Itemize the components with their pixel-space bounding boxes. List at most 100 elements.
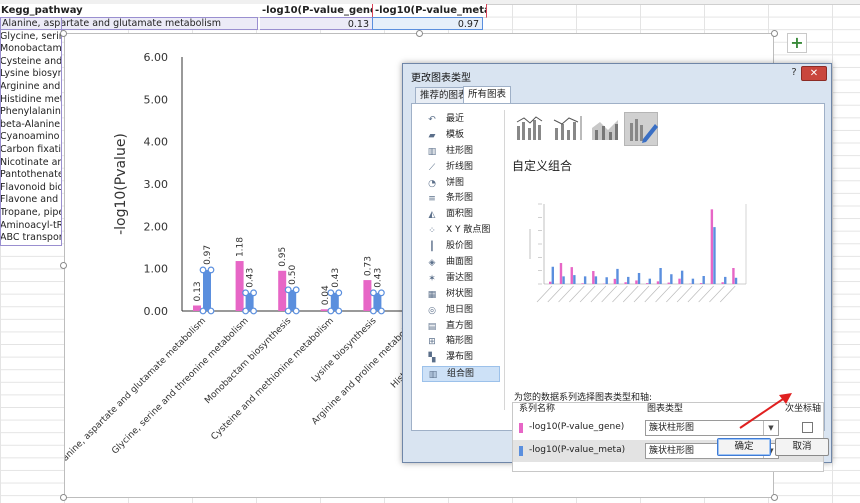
- chart-elements-button[interactable]: +: [787, 33, 807, 53]
- cell-pathway-row[interactable]: ABC transport: [0, 232, 62, 245]
- col-header-secondary-axis: 次坐标轴: [785, 404, 822, 414]
- bar-selection-handle[interactable]: [242, 289, 250, 297]
- chart-type-item[interactable]: ⊞ 箱形图: [422, 334, 500, 350]
- header-cell-gene[interactable]: -log10(P-value_gene): [260, 4, 375, 18]
- chart-resize-handle-tl[interactable]: [60, 30, 67, 37]
- preview-bar-gene: [581, 283, 584, 284]
- bar-selection-handle[interactable]: [292, 286, 300, 294]
- series-row-gene[interactable]: -log10(P-value_gene) 簇状柱形图 ▼: [513, 417, 823, 439]
- chart-type-label: 瀑布图: [446, 352, 474, 363]
- stock-chart-icon: ┃: [429, 242, 435, 253]
- cell-pathway-row[interactable]: Flavone and fla: [0, 194, 62, 207]
- bar-selection-handle[interactable]: [284, 286, 292, 294]
- cell-pathway-row[interactable]: Nicotinate and: [0, 156, 62, 170]
- cell-pathway-row[interactable]: Aminoacyl-tRN: [0, 219, 62, 233]
- bar-selection-handle[interactable]: [335, 307, 343, 315]
- chart-type-item[interactable]: ◭ 面积图: [422, 207, 500, 223]
- data-label-meta: 0.43: [331, 268, 341, 288]
- preview-bar-meta: [637, 272, 641, 284]
- cancel-button[interactable]: 取消: [775, 438, 829, 456]
- bar-selection-handle[interactable]: [207, 266, 215, 274]
- combo-line-secondary-icon: [553, 116, 582, 140]
- histogram-icon: ▤: [427, 321, 437, 332]
- chart-type-label: 面积图: [446, 209, 474, 220]
- preview-bar-meta: [713, 227, 716, 284]
- bar-gene[interactable]: [235, 261, 244, 311]
- bar-selection-handle[interactable]: [199, 307, 207, 315]
- chart-resize-handle-bl[interactable]: [60, 494, 67, 501]
- chart-type-item[interactable]: ⁘ X Y 散点图: [422, 223, 500, 239]
- cell-pathway-row[interactable]: Pantothenate: [0, 169, 62, 182]
- chart-type-item[interactable]: ▥ 组合图: [422, 366, 500, 383]
- bar-selection-handle[interactable]: [250, 307, 258, 315]
- cell-first-gene-value[interactable]: 0.13: [260, 17, 372, 30]
- close-button[interactable]: ✕: [801, 66, 827, 81]
- bar-selection-handle[interactable]: [242, 307, 250, 315]
- cell-pathway-row[interactable]: Arginine and p: [0, 80, 62, 94]
- chart-resize-handle-tr[interactable]: [771, 30, 778, 37]
- bar-selection-handle[interactable]: [327, 307, 335, 315]
- bar-selection-handle[interactable]: [284, 307, 292, 315]
- cell-pathway-row[interactable]: Tropane, pipe: [0, 206, 62, 220]
- bar-meta[interactable]: [203, 269, 211, 311]
- bar-selection-handle[interactable]: [370, 307, 377, 315]
- chart-type-label: 折线图: [446, 161, 474, 172]
- combo-thumb-custom[interactable]: [624, 112, 658, 146]
- combo-thumb-line-secondary[interactable]: [550, 112, 584, 146]
- chart-resize-handle-left[interactable]: [60, 262, 67, 269]
- cell-pathway-row[interactable]: Histidine meta: [0, 93, 62, 107]
- chart-type-select-gene[interactable]: 簇状柱形图 ▼: [645, 420, 779, 436]
- header-cell-kegg-pathway[interactable]: Kegg_pathway: [0, 4, 262, 18]
- bar-gene[interactable]: [363, 280, 372, 311]
- cell-pathway-row[interactable]: Cysteine and m: [0, 55, 62, 69]
- cell-pathway-row[interactable]: Glycine, serine: [0, 30, 62, 44]
- chart-type-value: 簇状柱形图: [649, 423, 695, 433]
- chart-type-item[interactable]: ✶ 雷达图: [422, 271, 500, 287]
- cell-pathway-row[interactable]: beta-Alanine m: [0, 118, 62, 132]
- tab-all-charts[interactable]: 所有图表: [463, 86, 512, 104]
- chart-type-item[interactable]: ◔ 饼图: [422, 176, 500, 192]
- header-cell-meta[interactable]: -log10(P-value_meta): [372, 4, 487, 18]
- chart-type-item[interactable]: ◎ 旭日图: [422, 303, 500, 319]
- cell-pathway-row[interactable]: Lysine biosynth: [0, 68, 62, 81]
- chart-type-item[interactable]: ≡ 条形图: [422, 191, 500, 207]
- y-tick-label: 2.00: [144, 220, 169, 233]
- bar-selection-handle[interactable]: [207, 307, 215, 315]
- chart-type-item[interactable]: ▚ 瀑布图: [422, 350, 500, 366]
- chart-type-item[interactable]: ▰ 模板: [422, 128, 500, 144]
- chart-resize-handle-br[interactable]: [771, 494, 778, 501]
- chart-type-item[interactable]: ▦ 树状图: [422, 287, 500, 303]
- combo-thumb-area-column[interactable]: [588, 112, 622, 146]
- ok-button[interactable]: 确定: [717, 438, 771, 456]
- cell-first-meta-value[interactable]: 0.97: [372, 17, 483, 30]
- cell-pathway-row[interactable]: Flavonoid bios: [0, 181, 62, 195]
- chart-type-item[interactable]: ↶ 最近: [422, 112, 500, 128]
- combo-thumb-clustered-line[interactable]: [512, 112, 546, 146]
- chart-type-item[interactable]: ⟋ 折线图: [422, 160, 500, 176]
- bar-selection-handle[interactable]: [250, 289, 258, 297]
- preview-bar-gene: [721, 282, 724, 284]
- cell-pathway-row[interactable]: Phenylalanine: [0, 106, 62, 119]
- chart-type-item[interactable]: ▥ 柱形图: [422, 144, 500, 160]
- cell-first-pathway[interactable]: Alanine, aspartate and glutamate metabol…: [0, 17, 258, 30]
- chart-type-item[interactable]: ◈ 曲面图: [422, 255, 500, 271]
- bar-selection-handle[interactable]: [292, 307, 300, 315]
- bar-selection-handle[interactable]: [378, 289, 385, 297]
- chart-resize-handle-top[interactable]: [416, 30, 423, 37]
- preview-bar-gene: [613, 278, 617, 284]
- data-label-gene: 0.95: [278, 247, 288, 267]
- bar-selection-handle[interactable]: [335, 289, 343, 297]
- dropdown-arrow-icon[interactable]: ▼: [763, 421, 778, 435]
- cell-pathway-row[interactable]: Carbon fixatio: [0, 143, 62, 157]
- preview-bar-meta: [734, 277, 738, 284]
- chart-type-item[interactable]: ┃ 股价图: [422, 239, 500, 255]
- bar-selection-handle[interactable]: [199, 266, 207, 274]
- secondary-axis-checkbox-gene[interactable]: [802, 422, 813, 433]
- bar-selection-handle[interactable]: [370, 289, 377, 297]
- preview-bar-meta: [724, 276, 727, 284]
- chart-type-item[interactable]: ▤ 直方图: [422, 319, 500, 335]
- bar-selection-handle[interactable]: [378, 307, 385, 315]
- chart-type-value: 簇状柱形图: [649, 446, 695, 456]
- cell-pathway-row[interactable]: Monobactam: [0, 43, 62, 56]
- cell-pathway-row[interactable]: Cyanoamino a: [0, 131, 62, 144]
